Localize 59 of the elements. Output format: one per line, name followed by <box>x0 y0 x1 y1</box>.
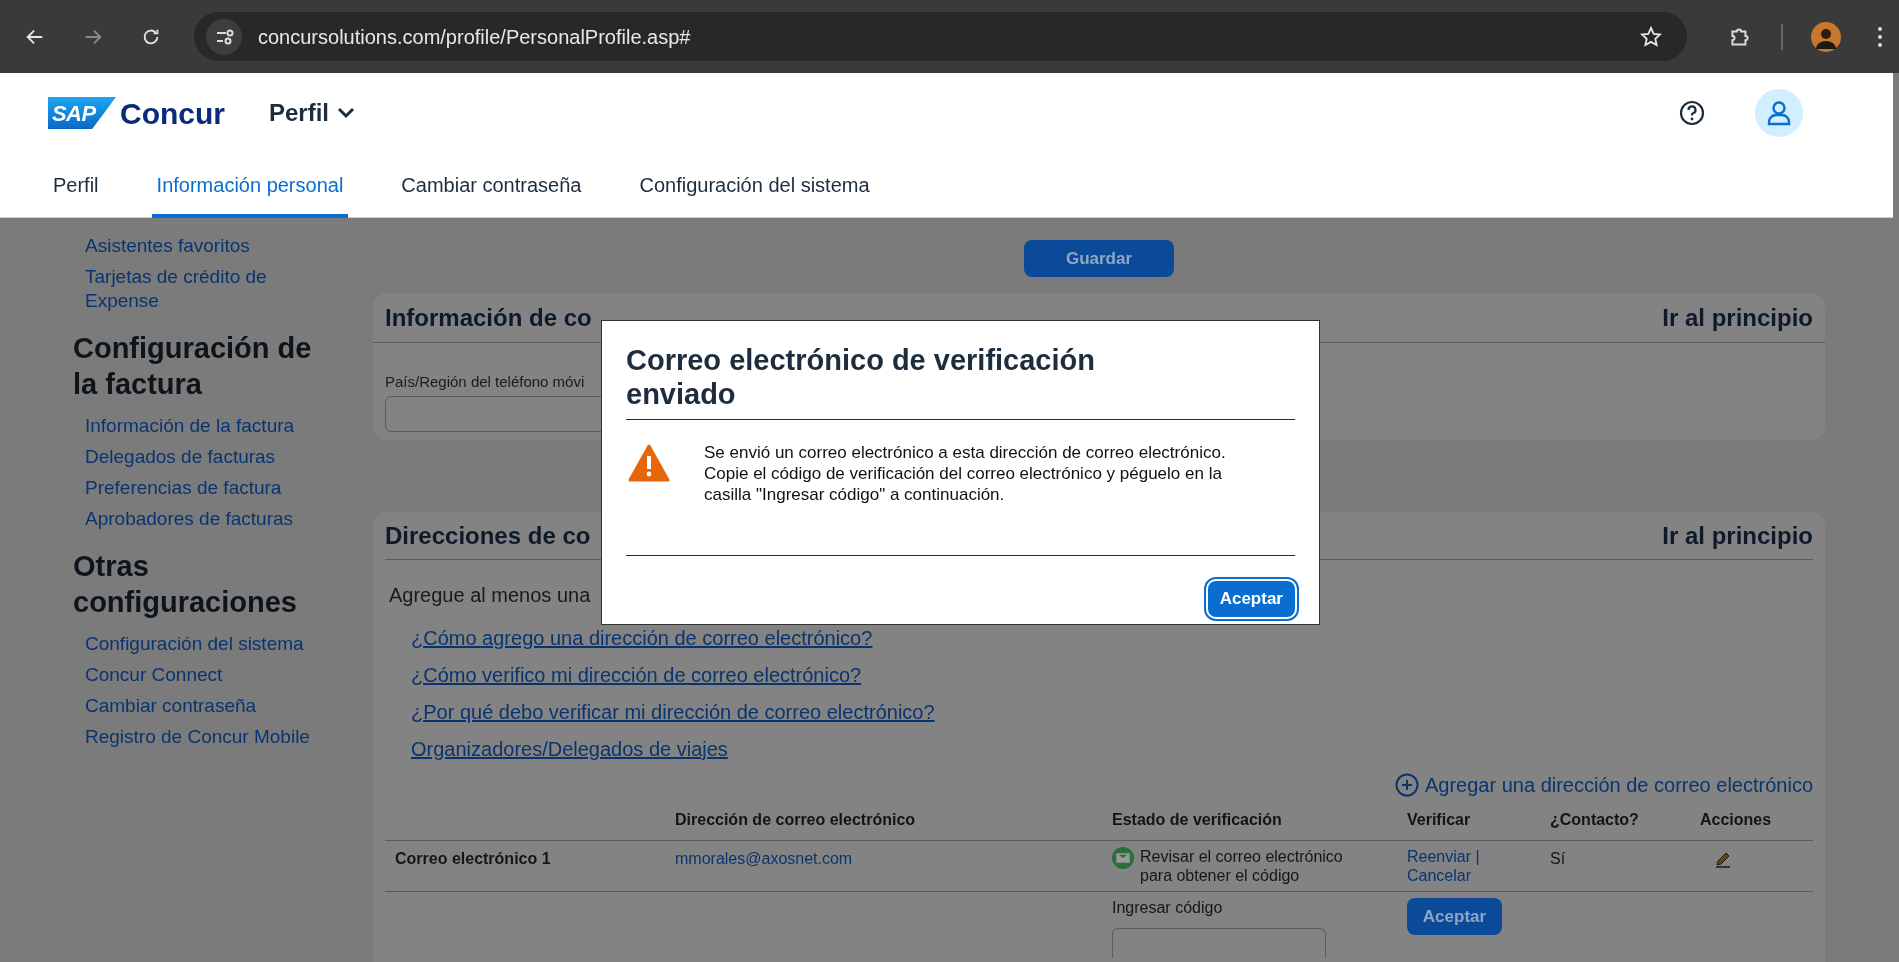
field-label: País/Región del teléfono móvi <box>385 372 585 392</box>
sidebar-link[interactable]: Preferencias de factura <box>73 472 333 503</box>
add-email-link[interactable]: Agregar una dirección de correo electrónico <box>1395 770 1813 800</box>
help-link[interactable]: ¿Cómo verifico mi dirección de correo electrónico? <box>411 657 862 694</box>
help-link[interactable]: Organizadores/Delegados de viajes <box>411 731 728 768</box>
column-header: ¿Contacto? <box>1550 810 1640 830</box>
cancel-link[interactable]: Cancelar <box>1407 866 1550 885</box>
code-label: Ingresar código <box>1112 898 1224 918</box>
column-header: Dirección de correo electrónico <box>675 810 917 830</box>
sidebar-link[interactable]: Concur Connect <box>73 659 333 690</box>
back-to-top-link[interactable]: Ir al principio <box>1662 517 1813 554</box>
section-title: Direcciones de co <box>385 520 591 551</box>
sidebar-link[interactable]: Cambiar contraseña <box>73 690 333 721</box>
profile-menu-button[interactable]: Perfil <box>269 95 356 131</box>
profile-avatar-icon[interactable] <box>1811 21 1841 52</box>
sidebar-link[interactable]: Tarjetas de crédito de Expense <box>73 261 333 316</box>
envelope-icon <box>1112 847 1134 869</box>
sidebar-link[interactable]: Información de la factura <box>73 410 333 441</box>
resend-link[interactable]: Reenviar | <box>1407 847 1550 866</box>
accept-button[interactable]: Aceptar <box>1407 898 1502 935</box>
nav-tab[interactable]: Perfil <box>48 155 104 218</box>
contact-value: Sí <box>1550 849 1567 869</box>
sidebar-link[interactable]: Configuración del sistema <box>73 628 333 659</box>
code-input-field[interactable] <box>1112 928 1326 958</box>
url-text: concursolutions.com/profile/PersonalProfile.asp# <box>258 24 691 50</box>
site-settings-icon[interactable] <box>206 18 242 55</box>
user-icon <box>1767 100 1791 126</box>
address-bar[interactable]: concursolutions.com/profile/PersonalProfile.asp# <box>194 12 1687 61</box>
plus-circle-icon <box>1395 773 1419 797</box>
row-label: Correo electrónico 1 <box>395 849 552 869</box>
column-header: Verificar <box>1407 810 1472 830</box>
save-button[interactable]: Guardar <box>1024 240 1174 277</box>
column-header: Acciones <box>1700 810 1773 830</box>
intro-text: Agregue al menos una <box>389 583 591 608</box>
dialog-message: Se envió un correo electrónico a esta dirección de correo electrónico. Copie el código de verificación del correo electrónico y péguelo en la casilla "Ingresar código" a continuación. <box>704 442 1227 506</box>
email-link[interactable]: mmorales@axosnet.com <box>675 847 1112 885</box>
sidebar-link[interactable]: Delegados de facturas <box>73 441 333 472</box>
back-to-top-link[interactable]: Ir al principio <box>1662 299 1813 336</box>
verification-status: Revisar el correo electrónico para obtener el código <box>1140 847 1344 885</box>
sidebar-heading: Configuración de la factura <box>73 331 313 402</box>
dialog-title: Correo electrónico de verificación enviado <box>626 343 1096 412</box>
help-icon[interactable] <box>1679 100 1705 126</box>
bookmark-star-icon[interactable] <box>1639 24 1663 49</box>
sidebar-link[interactable]: Asistentes favoritos <box>73 230 333 261</box>
nav-tab[interactable]: Cambiar contraseña <box>396 155 587 218</box>
nav-tab[interactable]: Configuración del sistema <box>634 155 875 218</box>
help-link[interactable]: ¿Por qué debo verificar mi dirección de correo electrónico? <box>411 694 935 731</box>
menu-icon[interactable] <box>1877 25 1883 48</box>
sidebar-heading: Otras configuraciones <box>73 549 298 620</box>
sidebar-link[interactable]: Aprobadores de facturas <box>73 503 333 534</box>
section-title: Información de co <box>385 302 592 333</box>
logo[interactable]: SAP Concur <box>48 90 225 136</box>
chevron-down-icon <box>337 107 356 119</box>
warning-icon <box>628 444 670 482</box>
edit-pencil-icon[interactable] <box>1714 851 1732 869</box>
user-avatar-button[interactable] <box>1755 89 1803 137</box>
nav-tab[interactable]: Información personal <box>151 155 349 218</box>
sidebar-link[interactable]: Registro de Concur Mobile <box>73 721 333 752</box>
column-header: Estado de verificación <box>1112 810 1283 830</box>
